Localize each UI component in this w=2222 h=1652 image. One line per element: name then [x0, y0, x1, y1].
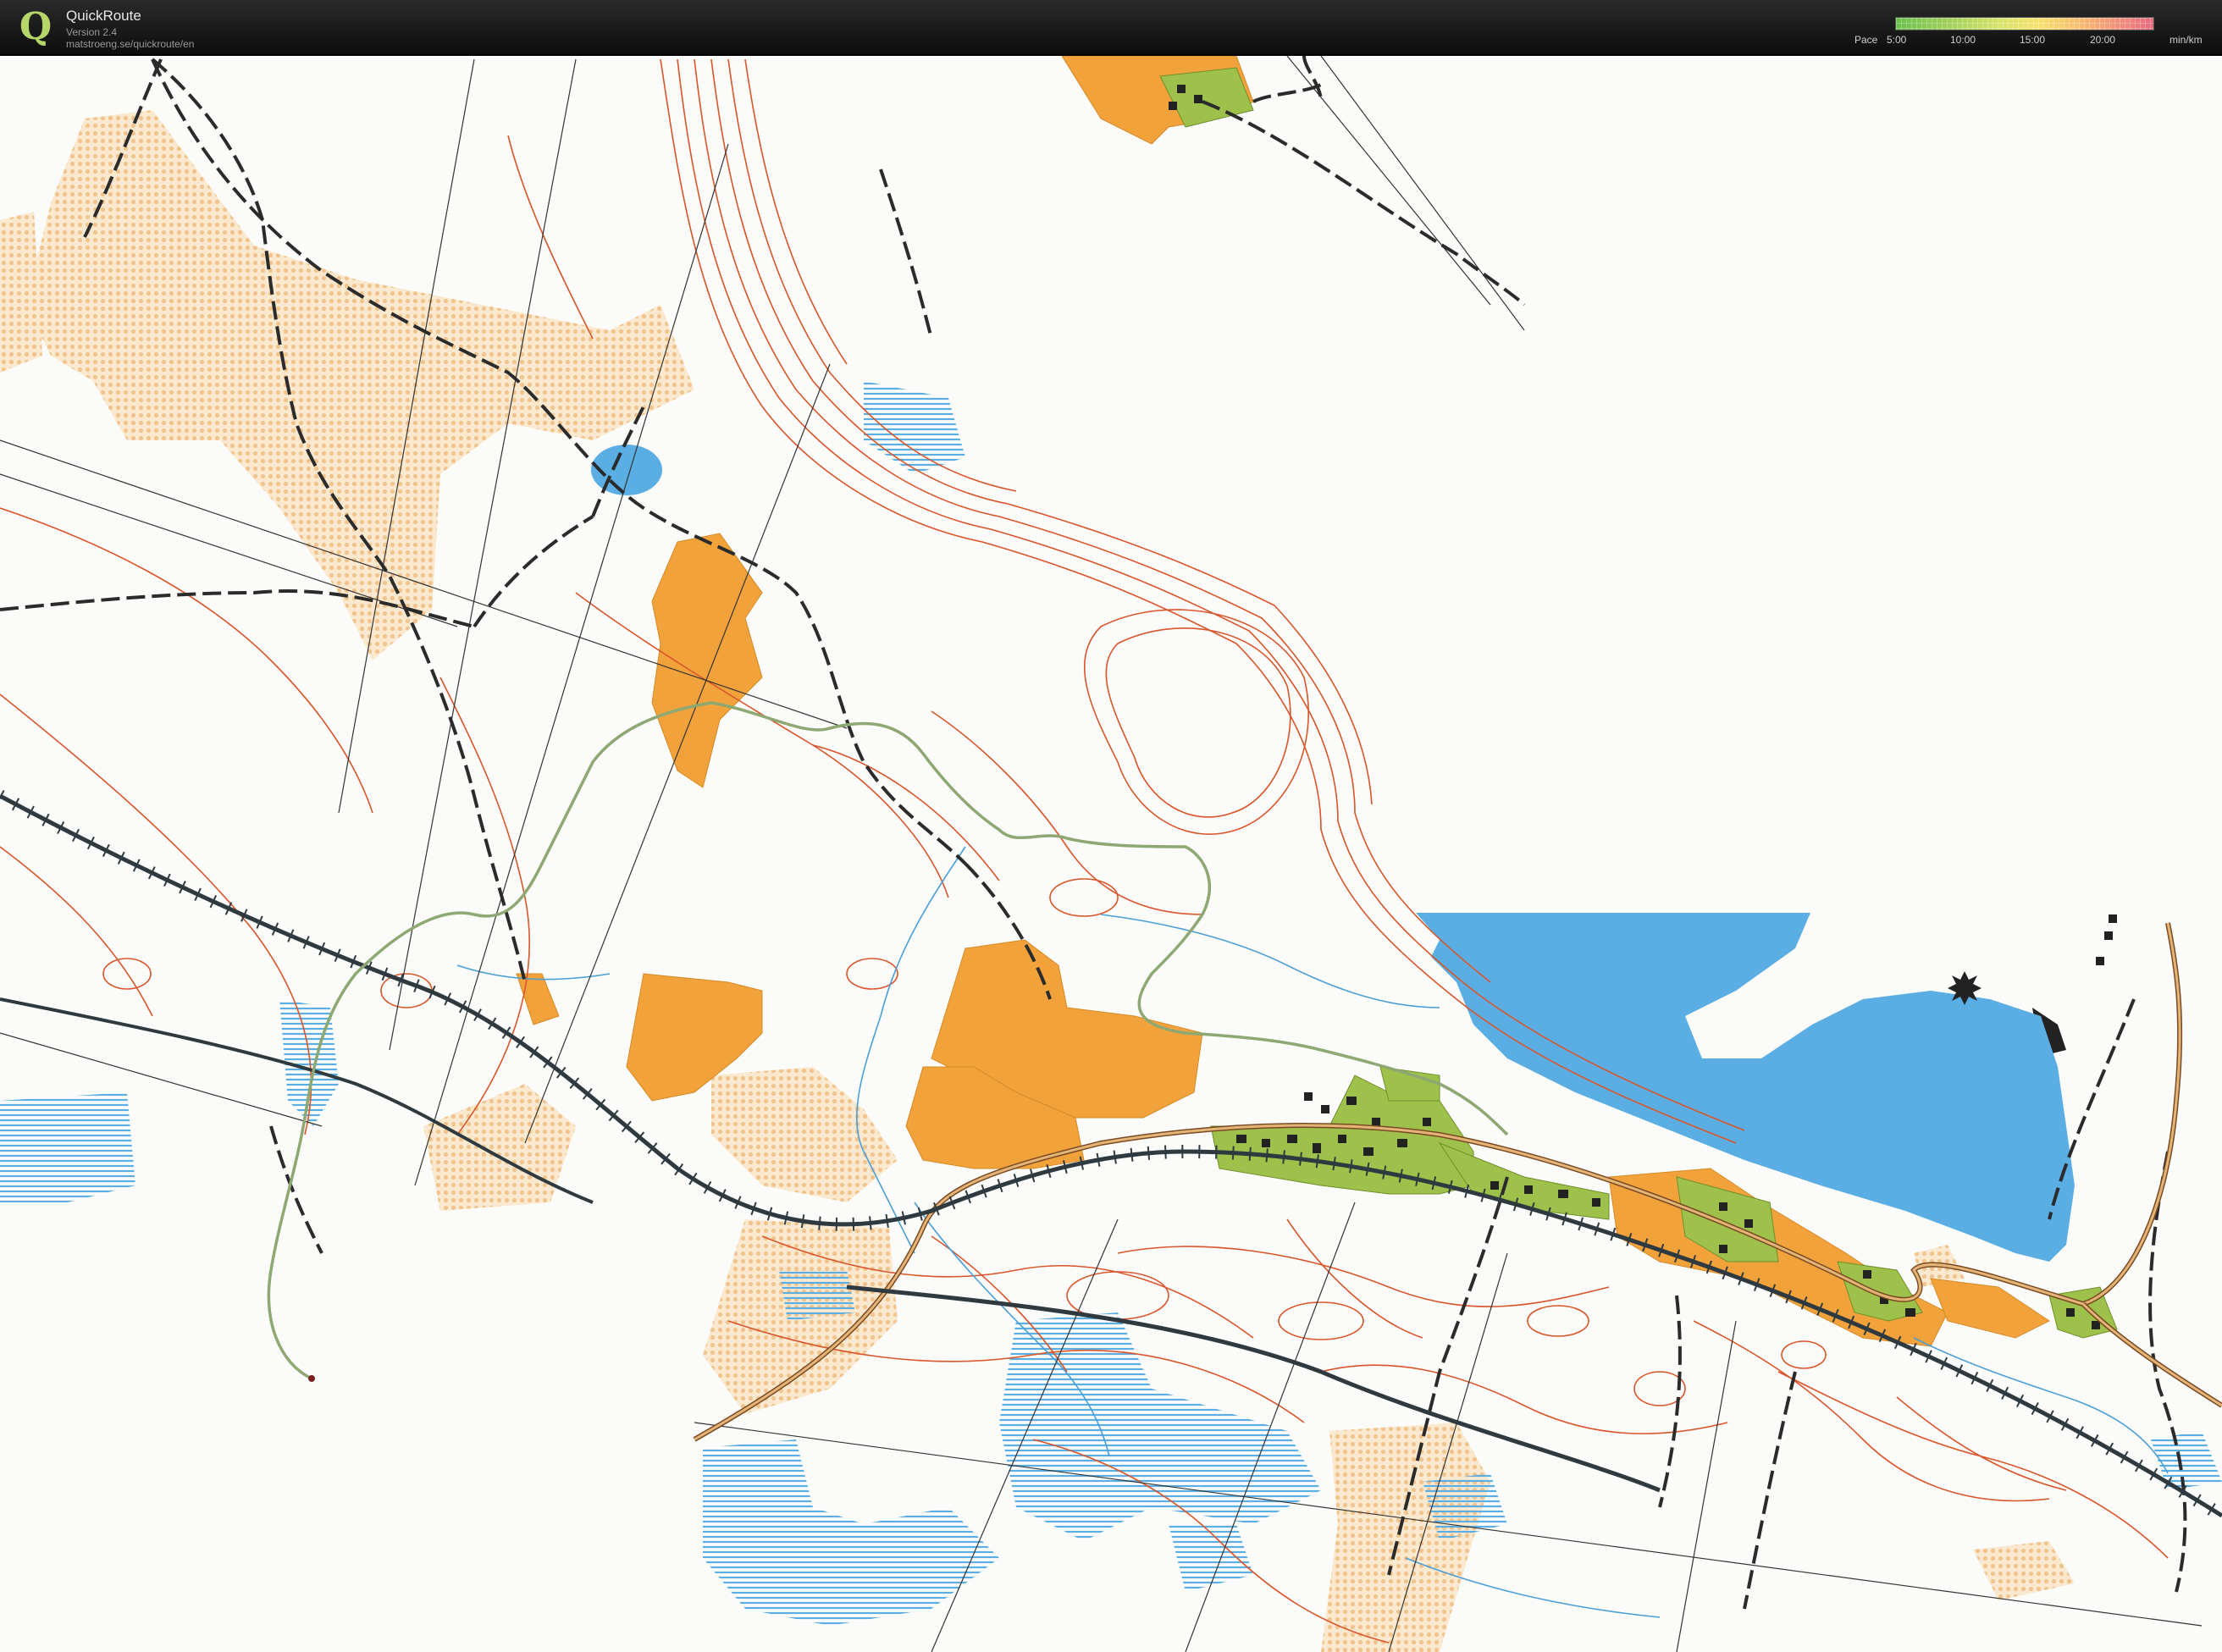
app-header: Q QuickRoute Version 2.4 matstroeng.se/q…: [0, 0, 2222, 56]
app-url[interactable]: matstroeng.se/quickroute/en: [66, 38, 194, 50]
pace-color-scale: [1895, 17, 2154, 30]
pace-tick-1: 5:00: [1887, 34, 1907, 46]
quickroute-logo-icon: Q: [19, 5, 53, 48]
pace-label: Pace: [1854, 34, 1878, 46]
map-symbols: [1948, 971, 1982, 1005]
orienteering-map[interactable]: [0, 56, 2222, 1652]
pace-tick-2: 10:00: [1950, 34, 1976, 46]
app-name: QuickRoute: [66, 8, 141, 24]
pace-unit: min/km: [2169, 34, 2203, 46]
pace-tick-3: 15:00: [2020, 34, 2046, 46]
app-version: Version 2.4: [66, 26, 118, 38]
pace-tick-4: 20:00: [2090, 34, 2116, 46]
